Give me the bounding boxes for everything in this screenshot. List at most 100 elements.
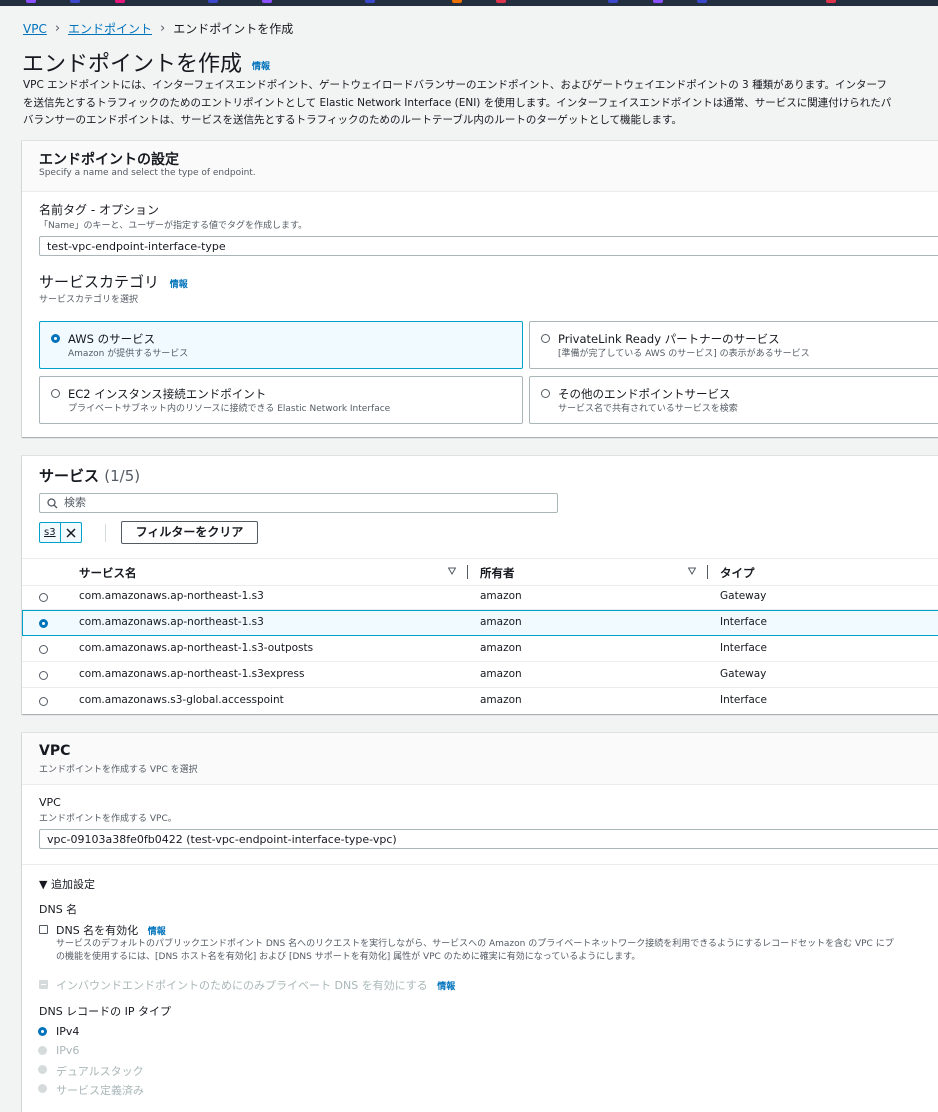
dns-enable-text: DNS 名を有効化 [56, 924, 139, 937]
services-title: サービス (1/5) [39, 465, 140, 486]
service-icon[interactable] [26, 0, 36, 3]
ip-option-label: IPv6 [56, 1044, 80, 1057]
category-subtitle: Amazon が提供するサービス [68, 349, 189, 359]
radio-button[interactable] [541, 389, 550, 398]
name-tag-input[interactable]: test-vpc-endpoint-interface-type [39, 236, 938, 256]
page-info-link[interactable]: 情報 [252, 62, 270, 72]
radio-button[interactable] [541, 334, 550, 343]
category-subtitle: [準備が完了している AWS のサービス] の表示があるサービス [558, 349, 810, 359]
row-radio[interactable] [39, 645, 48, 654]
panel-title: VPC [39, 743, 71, 759]
panel-subtitle: Specify a name and select the type of en… [39, 168, 256, 178]
service-icon[interactable] [653, 0, 663, 3]
service-category-info-link[interactable]: 情報 [170, 280, 188, 290]
service-icon[interactable] [262, 0, 272, 3]
category-other-services-card[interactable]: その他のエンドポイントサービス サービス名で共有されているサービスを検索 [529, 376, 938, 424]
endpoint-settings-panel: エンドポイントの設定 Specify a name and select the… [22, 141, 938, 437]
category-subtitle: サービス名で共有されているサービスを検索 [558, 404, 738, 414]
radio-button[interactable] [51, 389, 60, 398]
vpc-panel: VPC エンドポイントを作成する VPC を選択 VPC エンドポイントを作成す… [22, 733, 938, 1112]
row-radio[interactable] [39, 671, 48, 680]
description-line: VPC エンドポイントには、インターフェイスエンドポイント、ゲートウェイロードバ… [23, 79, 887, 91]
row-radio[interactable] [39, 593, 48, 602]
category-title: AWS のサービス [68, 332, 156, 346]
cell-service-name: com.amazonaws.ap-northeast-1.s3-outposts [79, 642, 314, 654]
cell-service-name: com.amazonaws.ap-northeast-1.s3 [79, 590, 264, 602]
service-category-hint: サービスカテゴリを選択 [39, 295, 139, 305]
dns-info-link[interactable]: 情報 [148, 927, 166, 937]
remove-filter-button[interactable] [59, 523, 81, 542]
dns-description-line: サービスのデフォルトのパブリックエンドポイント DNS 名へのリクエストを実行し… [56, 939, 894, 949]
service-search-input[interactable]: 検索 [39, 493, 558, 513]
vpc-select[interactable]: vpc-09103a38fe0fb0422 (test-vpc-endpoint… [39, 829, 938, 849]
radio-button[interactable] [51, 334, 60, 343]
ip-option-label: IPv4 [56, 1025, 80, 1038]
ip-type-label: DNS レコードの IP タイプ [39, 1005, 172, 1018]
category-aws-services-card[interactable]: AWS のサービス Amazon が提供するサービス [39, 321, 523, 369]
description-line: を送信先とするトラフィックのためのエントリポイントとして Elastic Net… [23, 96, 892, 109]
radio-button[interactable] [38, 1065, 47, 1074]
radio-button[interactable] [38, 1046, 47, 1055]
dns-description-line: の機能を使用するには、[DNS ホスト名を有効化] および [DNS サポートを… [56, 952, 641, 962]
row-radio[interactable] [39, 619, 48, 628]
panel-header: VPC エンドポイントを作成する VPC を選択 [22, 733, 938, 785]
category-ec2-connect-card[interactable]: EC2 インスタンス接続エンドポイント プライベートサブネット内のリソースに接続… [39, 376, 523, 424]
ip-option-dualstack[interactable]: デュアルスタック [38, 1063, 144, 1079]
service-icon[interactable] [70, 0, 80, 3]
chevron-right-icon: › [160, 21, 166, 36]
service-icon[interactable] [697, 0, 707, 3]
service-icon[interactable] [608, 0, 618, 3]
table-row[interactable]: com.amazonaws.s3-global.accesspoint amaz… [22, 688, 938, 714]
console-top-bar [0, 0, 938, 6]
ip-option-ipv6[interactable]: IPv6 [38, 1044, 80, 1057]
cell-owner: amazon [480, 590, 522, 602]
breadcrumb-endpoints-link[interactable]: エンドポイント [68, 20, 152, 37]
table-row[interactable]: com.amazonaws.ap-northeast-1.s3express a… [22, 662, 938, 688]
service-icon[interactable] [826, 0, 836, 3]
category-title: PrivateLink Ready パートナーのサービス [558, 332, 780, 346]
vpc-field-label: VPC [39, 796, 61, 809]
filter-token-label: s3 [44, 527, 56, 538]
dns-enable-checkbox[interactable] [39, 925, 48, 934]
column-type[interactable]: タイプ [720, 565, 755, 581]
page-description: VPC エンドポイントには、インターフェイスエンドポイント、ゲートウェイロードバ… [23, 77, 938, 130]
inbound-only-checkbox[interactable] [39, 980, 48, 989]
name-tag-hint: 「Name」のキーと、ユーザーが指定する値でタグを作成します。 [39, 221, 308, 231]
service-icon[interactable] [115, 0, 125, 3]
services-count: (1/5) [104, 467, 141, 485]
cell-type: Gateway [720, 590, 767, 602]
service-icon[interactable] [208, 0, 218, 3]
dns-name-label: DNS 名 [39, 903, 78, 916]
vpc-field-hint: エンドポイントを作成する VPC。 [39, 814, 177, 824]
service-icon[interactable] [365, 0, 375, 3]
breadcrumb-vpc-link[interactable]: VPC [23, 22, 47, 36]
inbound-only-text: インバウンドエンドポイントのためにのみプライベート DNS を有効にする [56, 979, 428, 992]
cell-service-name: com.amazonaws.ap-northeast-1.s3express [79, 668, 305, 680]
radio-button[interactable] [38, 1084, 47, 1093]
additional-settings-toggle[interactable]: ▼ 追加設定 [39, 876, 95, 892]
category-privatelink-card[interactable]: PrivateLink Ready パートナーのサービス [準備が完了している … [529, 321, 938, 369]
ip-option-service-defined[interactable]: サービス定義済み [38, 1082, 144, 1098]
clear-filter-button[interactable]: フィルターをクリア [121, 521, 258, 544]
cell-service-name: com.amazonaws.s3-global.accesspoint [79, 694, 284, 706]
row-radio[interactable] [39, 697, 48, 706]
table-row-selected[interactable]: com.amazonaws.ap-northeast-1.s3 amazon I… [22, 610, 938, 636]
name-tag-label: 名前タグ - オプション [39, 203, 159, 217]
service-category-label: サービスカテゴリ 情報 [39, 271, 188, 292]
service-icon[interactable] [496, 0, 506, 3]
inbound-info-link[interactable]: 情報 [437, 982, 455, 992]
radio-button[interactable] [38, 1027, 47, 1036]
service-icon[interactable] [452, 0, 462, 3]
cell-service-name: com.amazonaws.ap-northeast-1.s3 [79, 616, 264, 628]
sort-down-icon[interactable] [688, 567, 696, 575]
panel-subtitle: エンドポイントを作成する VPC を選択 [39, 765, 198, 775]
ip-option-ipv4[interactable]: IPv4 [38, 1025, 80, 1038]
sort-down-icon[interactable] [448, 567, 456, 575]
table-row[interactable]: com.amazonaws.ap-northeast-1.s3-outposts… [22, 636, 938, 662]
panel-header: エンドポイントの設定 Specify a name and select the… [22, 141, 938, 192]
divider [22, 864, 938, 865]
table-row[interactable]: com.amazonaws.ap-northeast-1.s3 amazon G… [22, 584, 938, 610]
column-owner[interactable]: 所有者 [480, 565, 515, 581]
divider [105, 524, 106, 542]
column-service-name[interactable]: サービス名 [79, 565, 137, 581]
